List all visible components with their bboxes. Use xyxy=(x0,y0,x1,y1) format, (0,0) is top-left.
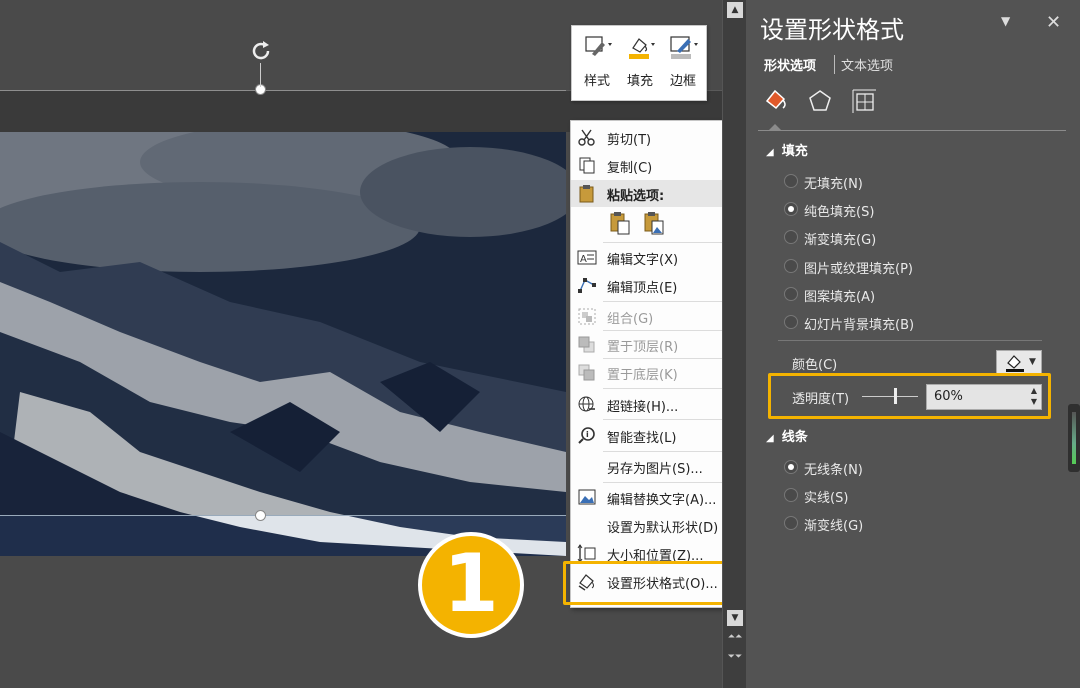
pane-title: 设置形状格式 xyxy=(760,16,904,44)
menu-label-set-default-shape: 设置为默认形状(D) xyxy=(607,521,719,536)
scroll-up-icon[interactable]: ▲ xyxy=(727,2,743,18)
edit-text-icon: A xyxy=(577,250,597,265)
radio-button-selected[interactable] xyxy=(784,460,798,474)
menu-label-hyperlink: 超链接(H)... xyxy=(607,400,679,415)
tab-shape-options[interactable]: 形状选项 xyxy=(764,55,816,74)
category-divider xyxy=(758,130,1066,131)
radio-button[interactable] xyxy=(784,259,798,273)
radio-button-selected[interactable] xyxy=(784,202,798,216)
selection-edge-top xyxy=(0,90,566,91)
style-button[interactable]: 样式 xyxy=(576,32,618,96)
menu-label-paste-options: 粘贴选项: xyxy=(607,189,665,204)
copy-icon xyxy=(579,157,595,174)
collapse-triangle-icon: ◢ xyxy=(766,147,774,158)
scroll-down-icon[interactable]: ▼ xyxy=(727,610,743,626)
scissors-icon xyxy=(578,129,595,146)
group-icon xyxy=(578,308,596,325)
size-properties-icon[interactable] xyxy=(850,87,878,115)
prev-slide-icon[interactable]: ⏶⏶ xyxy=(727,632,743,648)
paste-option-buttons xyxy=(607,209,687,237)
format-shape-pane: 设置形状格式 ▼ ✕ 形状选项 文本选项 ◢ 填充 无填充(N) 纯色填充(S) … xyxy=(746,0,1080,688)
clipboard-icon xyxy=(579,185,594,203)
radio-button[interactable] xyxy=(784,230,798,244)
bring-to-front-icon xyxy=(578,336,595,353)
radio-button[interactable] xyxy=(784,516,798,530)
menu-label-edit-text: 编辑文字(X) xyxy=(607,253,679,268)
section-fill-header[interactable]: ◢ 填充 xyxy=(766,140,808,159)
radio-button[interactable] xyxy=(784,488,798,502)
effects-pentagon-icon[interactable] xyxy=(806,87,834,115)
color-label: 颜色(C) xyxy=(792,358,838,373)
menu-label-bring-to-front: 置于顶层(R) xyxy=(607,340,679,355)
radio-button[interactable] xyxy=(784,287,798,301)
category-selected-notch xyxy=(768,124,782,131)
smart-lookup-icon: i xyxy=(578,427,595,444)
svg-text:A: A xyxy=(580,254,587,265)
radio-label: 幻灯片背景填充(B) xyxy=(804,318,915,333)
radio-label: 无线条(N) xyxy=(804,463,863,478)
pane-options-dropdown-icon[interactable]: ▼ xyxy=(1001,14,1010,28)
outline-pen-icon xyxy=(670,36,698,59)
section-fill-title: 填充 xyxy=(781,144,808,159)
fill-label: 填充 xyxy=(626,74,653,89)
menu-label-cut: 剪切(T) xyxy=(607,133,652,148)
radio-button[interactable] xyxy=(784,174,798,188)
menu-label-edit-points: 编辑顶点(E) xyxy=(607,281,678,296)
tab-text-options[interactable]: 文本选项 xyxy=(834,55,893,74)
paste-keep-format-icon[interactable] xyxy=(609,211,631,235)
style-label: 样式 xyxy=(583,74,610,89)
resize-handle-bottom[interactable] xyxy=(255,510,266,521)
send-to-back-icon xyxy=(578,364,595,381)
alt-text-icon xyxy=(578,489,596,505)
collapse-triangle-icon: ◢ xyxy=(766,433,774,444)
radio-label: 图片或纹理填充(P) xyxy=(804,262,913,277)
fill-button[interactable]: 填充 xyxy=(619,32,661,96)
style-brush-icon xyxy=(585,36,612,56)
step-badge-1: 1 xyxy=(418,532,524,638)
menu-label-group: 组合(G) xyxy=(607,312,654,327)
menu-label-save-as-picture: 另存为图片(S)... xyxy=(607,462,703,477)
close-icon[interactable]: ✕ xyxy=(1046,12,1061,33)
highlight-transparency xyxy=(768,373,1051,419)
hyperlink-globe-icon xyxy=(578,396,595,412)
fill-divider xyxy=(778,340,1042,341)
radio-label: 渐变填充(G) xyxy=(804,233,877,248)
radio-label: 实线(S) xyxy=(804,491,849,506)
menu-label-smart-lookup: 智能查找(L) xyxy=(607,431,677,446)
paste-as-picture-icon[interactable] xyxy=(643,211,665,235)
menu-label-send-to-back: 置于底层(K) xyxy=(607,368,678,383)
fill-bucket-icon xyxy=(629,38,655,59)
outline-button[interactable]: 边框 xyxy=(662,32,704,96)
mountain-photo[interactable] xyxy=(0,132,566,556)
section-line-title: 线条 xyxy=(781,430,808,445)
radio-label: 无填充(N) xyxy=(804,177,863,192)
vertical-scrollbar[interactable]: ▲ ▼ ⏶⏶ ⏷⏷ xyxy=(722,0,746,688)
rotate-stem xyxy=(260,63,261,87)
radio-button[interactable] xyxy=(784,315,798,329)
menu-label-copy: 复制(C) xyxy=(607,161,653,176)
radio-label: 渐变线(G) xyxy=(804,519,864,534)
radio-label: 纯色填充(S) xyxy=(804,205,875,220)
next-slide-icon[interactable]: ⏷⏷ xyxy=(727,652,743,668)
mini-toolbar: 样式 填充 边框 xyxy=(571,25,707,101)
menu-label-edit-alt-text: 编辑替换文字(A)... xyxy=(607,493,717,508)
paint-bucket-icon xyxy=(1006,355,1024,372)
fill-line-icon[interactable] xyxy=(762,87,790,115)
svg-text:i: i xyxy=(586,430,589,439)
rotate-handle-icon[interactable] xyxy=(248,38,274,64)
outline-label: 边框 xyxy=(669,74,696,89)
edge-level-gauge xyxy=(1068,404,1080,472)
radio-label: 图案填充(A) xyxy=(804,290,876,305)
photo-shape-overlay xyxy=(0,132,566,516)
chevron-down-icon: ▼ xyxy=(1029,357,1036,367)
edit-points-icon xyxy=(578,278,596,293)
selection-edge-bottom xyxy=(0,515,566,516)
section-line-header[interactable]: ◢ 线条 xyxy=(766,426,808,445)
